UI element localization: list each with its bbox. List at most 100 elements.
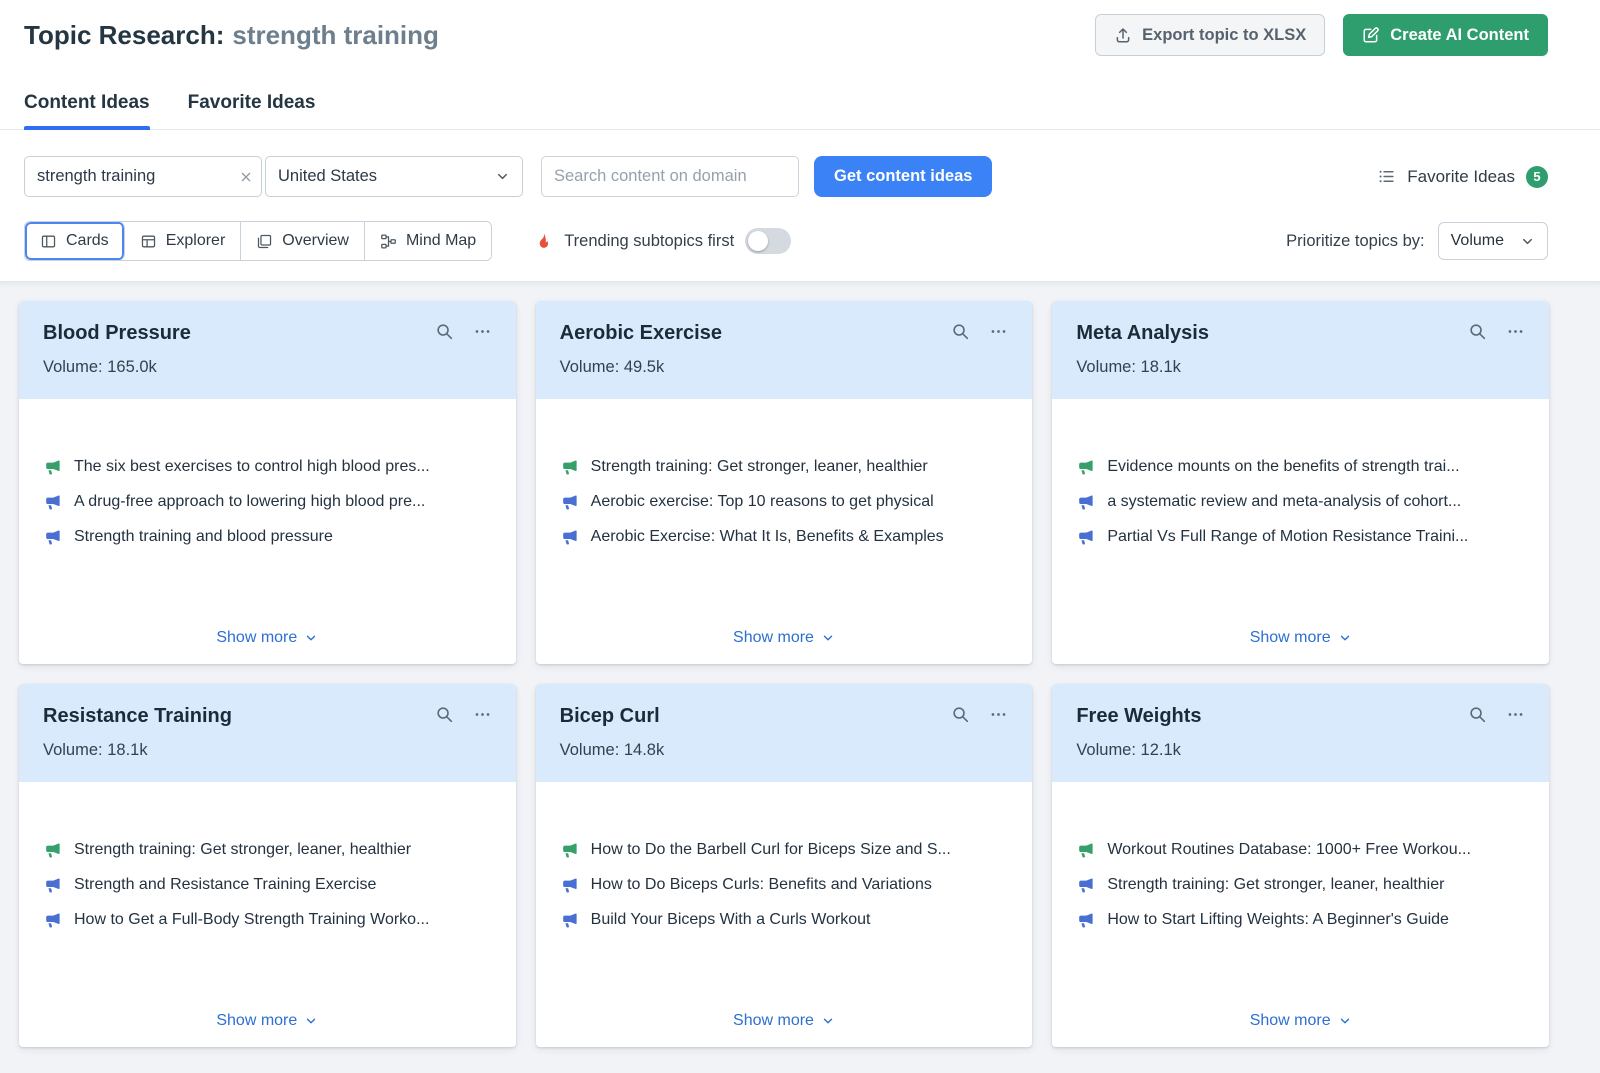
- query-field-wrap: [24, 156, 262, 197]
- topic-card-meta-analysis: Meta Analysis Volume: 18.1k Evidence mou…: [1052, 301, 1549, 664]
- search-topic-icon[interactable]: [435, 322, 454, 341]
- search-topic-icon[interactable]: [951, 322, 970, 341]
- megaphone-icon: [560, 492, 579, 511]
- content-idea-item[interactable]: How to Get a Full-Body Strength Training…: [43, 910, 492, 929]
- chevron-down-icon: [821, 631, 835, 645]
- chevron-down-icon: [1338, 1014, 1352, 1028]
- favorites-count-badge: 5: [1526, 166, 1548, 188]
- cards-icon: [40, 233, 57, 250]
- topic-cards-grid: Blood Pressure Volume: 165.0k The six be…: [0, 281, 1600, 1073]
- topic-card-resistance-training: Resistance Training Volume: 18.1k Streng…: [19, 684, 516, 1047]
- search-topic-icon[interactable]: [951, 705, 970, 724]
- topic-card-header: Bicep Curl Volume: 14.8k: [536, 684, 1033, 782]
- megaphone-icon: [1076, 492, 1095, 511]
- megaphone-icon: [560, 910, 579, 929]
- chevron-down-icon: [304, 631, 318, 645]
- content-idea-item[interactable]: Evidence mounts on the benefits of stren…: [1076, 457, 1525, 476]
- export-xlsx-button[interactable]: Export topic to XLSX: [1095, 14, 1325, 56]
- country-select[interactable]: United States: [265, 156, 523, 197]
- chevron-down-icon: [495, 169, 510, 184]
- content-idea-item[interactable]: Strength training: Get stronger, leaner,…: [43, 840, 492, 859]
- show-more-button[interactable]: Show more: [733, 1012, 835, 1030]
- search-topic-icon[interactable]: [1468, 705, 1487, 724]
- topic-card-free-weights: Free Weights Volume: 12.1k Workout Routi…: [1052, 684, 1549, 1047]
- domain-field-wrap: [541, 156, 799, 197]
- content-idea-item[interactable]: Aerobic exercise: Top 10 reasons to get …: [560, 492, 1009, 511]
- content-idea-item[interactable]: How to Do the Barbell Curl for Biceps Si…: [560, 840, 1009, 859]
- topic-card-header: Free Weights Volume: 12.1k: [1052, 684, 1549, 782]
- content-idea-item[interactable]: Strength and Resistance Training Exercis…: [43, 875, 492, 894]
- content-idea-item[interactable]: Partial Vs Full Range of Motion Resistan…: [1076, 527, 1525, 546]
- view-mind-map[interactable]: Mind Map: [365, 222, 491, 260]
- content-idea-item[interactable]: Strength training and blood pressure: [43, 527, 492, 546]
- trending-subtopics-control: Trending subtopics first: [534, 228, 791, 254]
- megaphone-icon: [560, 875, 579, 894]
- topbar-actions: Export topic to XLSX Create AI Content: [1095, 14, 1548, 56]
- tab-favorite-ideas[interactable]: Favorite Ideas: [188, 92, 316, 129]
- page-title: Topic Research:strength training: [24, 20, 439, 51]
- more-options-icon[interactable]: [1506, 705, 1525, 724]
- more-options-icon[interactable]: [989, 322, 1008, 341]
- content-idea-item[interactable]: a systematic review and meta-analysis of…: [1076, 492, 1525, 511]
- favorite-ideas-link[interactable]: Favorite Ideas 5: [1377, 166, 1548, 188]
- tab-content-ideas[interactable]: Content Ideas: [24, 92, 150, 129]
- more-options-icon[interactable]: [473, 705, 492, 724]
- content-idea-item[interactable]: Aerobic Exercise: What It Is, Benefits &…: [560, 527, 1009, 546]
- topic-card-bicep-curl: Bicep Curl Volume: 14.8k How to Do the B…: [536, 684, 1033, 1047]
- content-idea-item[interactable]: The six best exercises to control high b…: [43, 457, 492, 476]
- view-cards[interactable]: Cards: [25, 222, 125, 260]
- tab-bar: Content Ideas Favorite Ideas: [0, 92, 1600, 130]
- show-more-button[interactable]: Show more: [216, 629, 318, 647]
- table-icon: [140, 233, 157, 250]
- megaphone-icon: [43, 492, 62, 511]
- prioritize-select[interactable]: Volume: [1438, 222, 1548, 260]
- clear-query-icon[interactable]: [238, 169, 254, 185]
- overview-icon: [256, 233, 273, 250]
- page-title-prefix: Topic Research:: [24, 20, 224, 50]
- topic-card-title: Aerobic Exercise: [560, 322, 952, 345]
- topic-card-header: Blood Pressure Volume: 165.0k: [19, 301, 516, 399]
- show-more-button[interactable]: Show more: [216, 1012, 318, 1030]
- flame-icon: [534, 232, 553, 251]
- topic-card-title: Bicep Curl: [560, 705, 952, 728]
- show-more-button[interactable]: Show more: [733, 629, 835, 647]
- chevron-down-icon: [1338, 631, 1352, 645]
- search-topic-icon[interactable]: [435, 705, 454, 724]
- content-idea-item[interactable]: How to Do Biceps Curls: Benefits and Var…: [560, 875, 1009, 894]
- trending-toggle[interactable]: [745, 228, 791, 254]
- topic-volume: Volume: 18.1k: [1076, 358, 1525, 377]
- topic-card-aerobic-exercise: Aerobic Exercise Volume: 49.5k Strength …: [536, 301, 1033, 664]
- domain-search-input[interactable]: [541, 156, 799, 197]
- megaphone-icon: [560, 840, 579, 859]
- filters-row: United States Get content ideas Favorite…: [0, 156, 1600, 197]
- content-idea-item[interactable]: Strength training: Get stronger, leaner,…: [560, 457, 1009, 476]
- view-switcher: Cards Explorer Overview Mind Map: [24, 221, 492, 261]
- megaphone-icon: [1076, 875, 1095, 894]
- more-options-icon[interactable]: [1506, 322, 1525, 341]
- view-overview[interactable]: Overview: [241, 222, 365, 260]
- list-icon: [1377, 167, 1396, 186]
- show-more-button[interactable]: Show more: [1250, 1012, 1352, 1030]
- prioritize-control: Prioritize topics by: Volume: [1286, 222, 1548, 260]
- topic-card-title: Blood Pressure: [43, 322, 435, 345]
- content-idea-item[interactable]: Build Your Biceps With a Curls Workout: [560, 910, 1009, 929]
- create-ai-content-button[interactable]: Create AI Content: [1343, 14, 1548, 56]
- content-idea-item[interactable]: Workout Routines Database: 1000+ Free Wo…: [1076, 840, 1525, 859]
- topic-card-header: Resistance Training Volume: 18.1k: [19, 684, 516, 782]
- megaphone-icon: [1076, 457, 1095, 476]
- view-explorer[interactable]: Explorer: [125, 222, 242, 260]
- more-options-icon[interactable]: [473, 322, 492, 341]
- topic-query-input[interactable]: [24, 156, 262, 197]
- search-topic-icon[interactable]: [1468, 322, 1487, 341]
- content-idea-item[interactable]: How to Start Lifting Weights: A Beginner…: [1076, 910, 1525, 929]
- edit-icon: [1362, 26, 1380, 44]
- show-more-button[interactable]: Show more: [1250, 629, 1352, 647]
- topic-card-header: Aerobic Exercise Volume: 49.5k: [536, 301, 1033, 399]
- content-idea-item[interactable]: Strength training: Get stronger, leaner,…: [1076, 875, 1525, 894]
- topic-volume: Volume: 14.8k: [560, 741, 1009, 760]
- more-options-icon[interactable]: [989, 705, 1008, 724]
- content-idea-item[interactable]: A drug-free approach to lowering high bl…: [43, 492, 492, 511]
- upload-icon: [1114, 26, 1132, 44]
- topic-card-title: Meta Analysis: [1076, 322, 1468, 345]
- get-content-ideas-button[interactable]: Get content ideas: [814, 156, 992, 197]
